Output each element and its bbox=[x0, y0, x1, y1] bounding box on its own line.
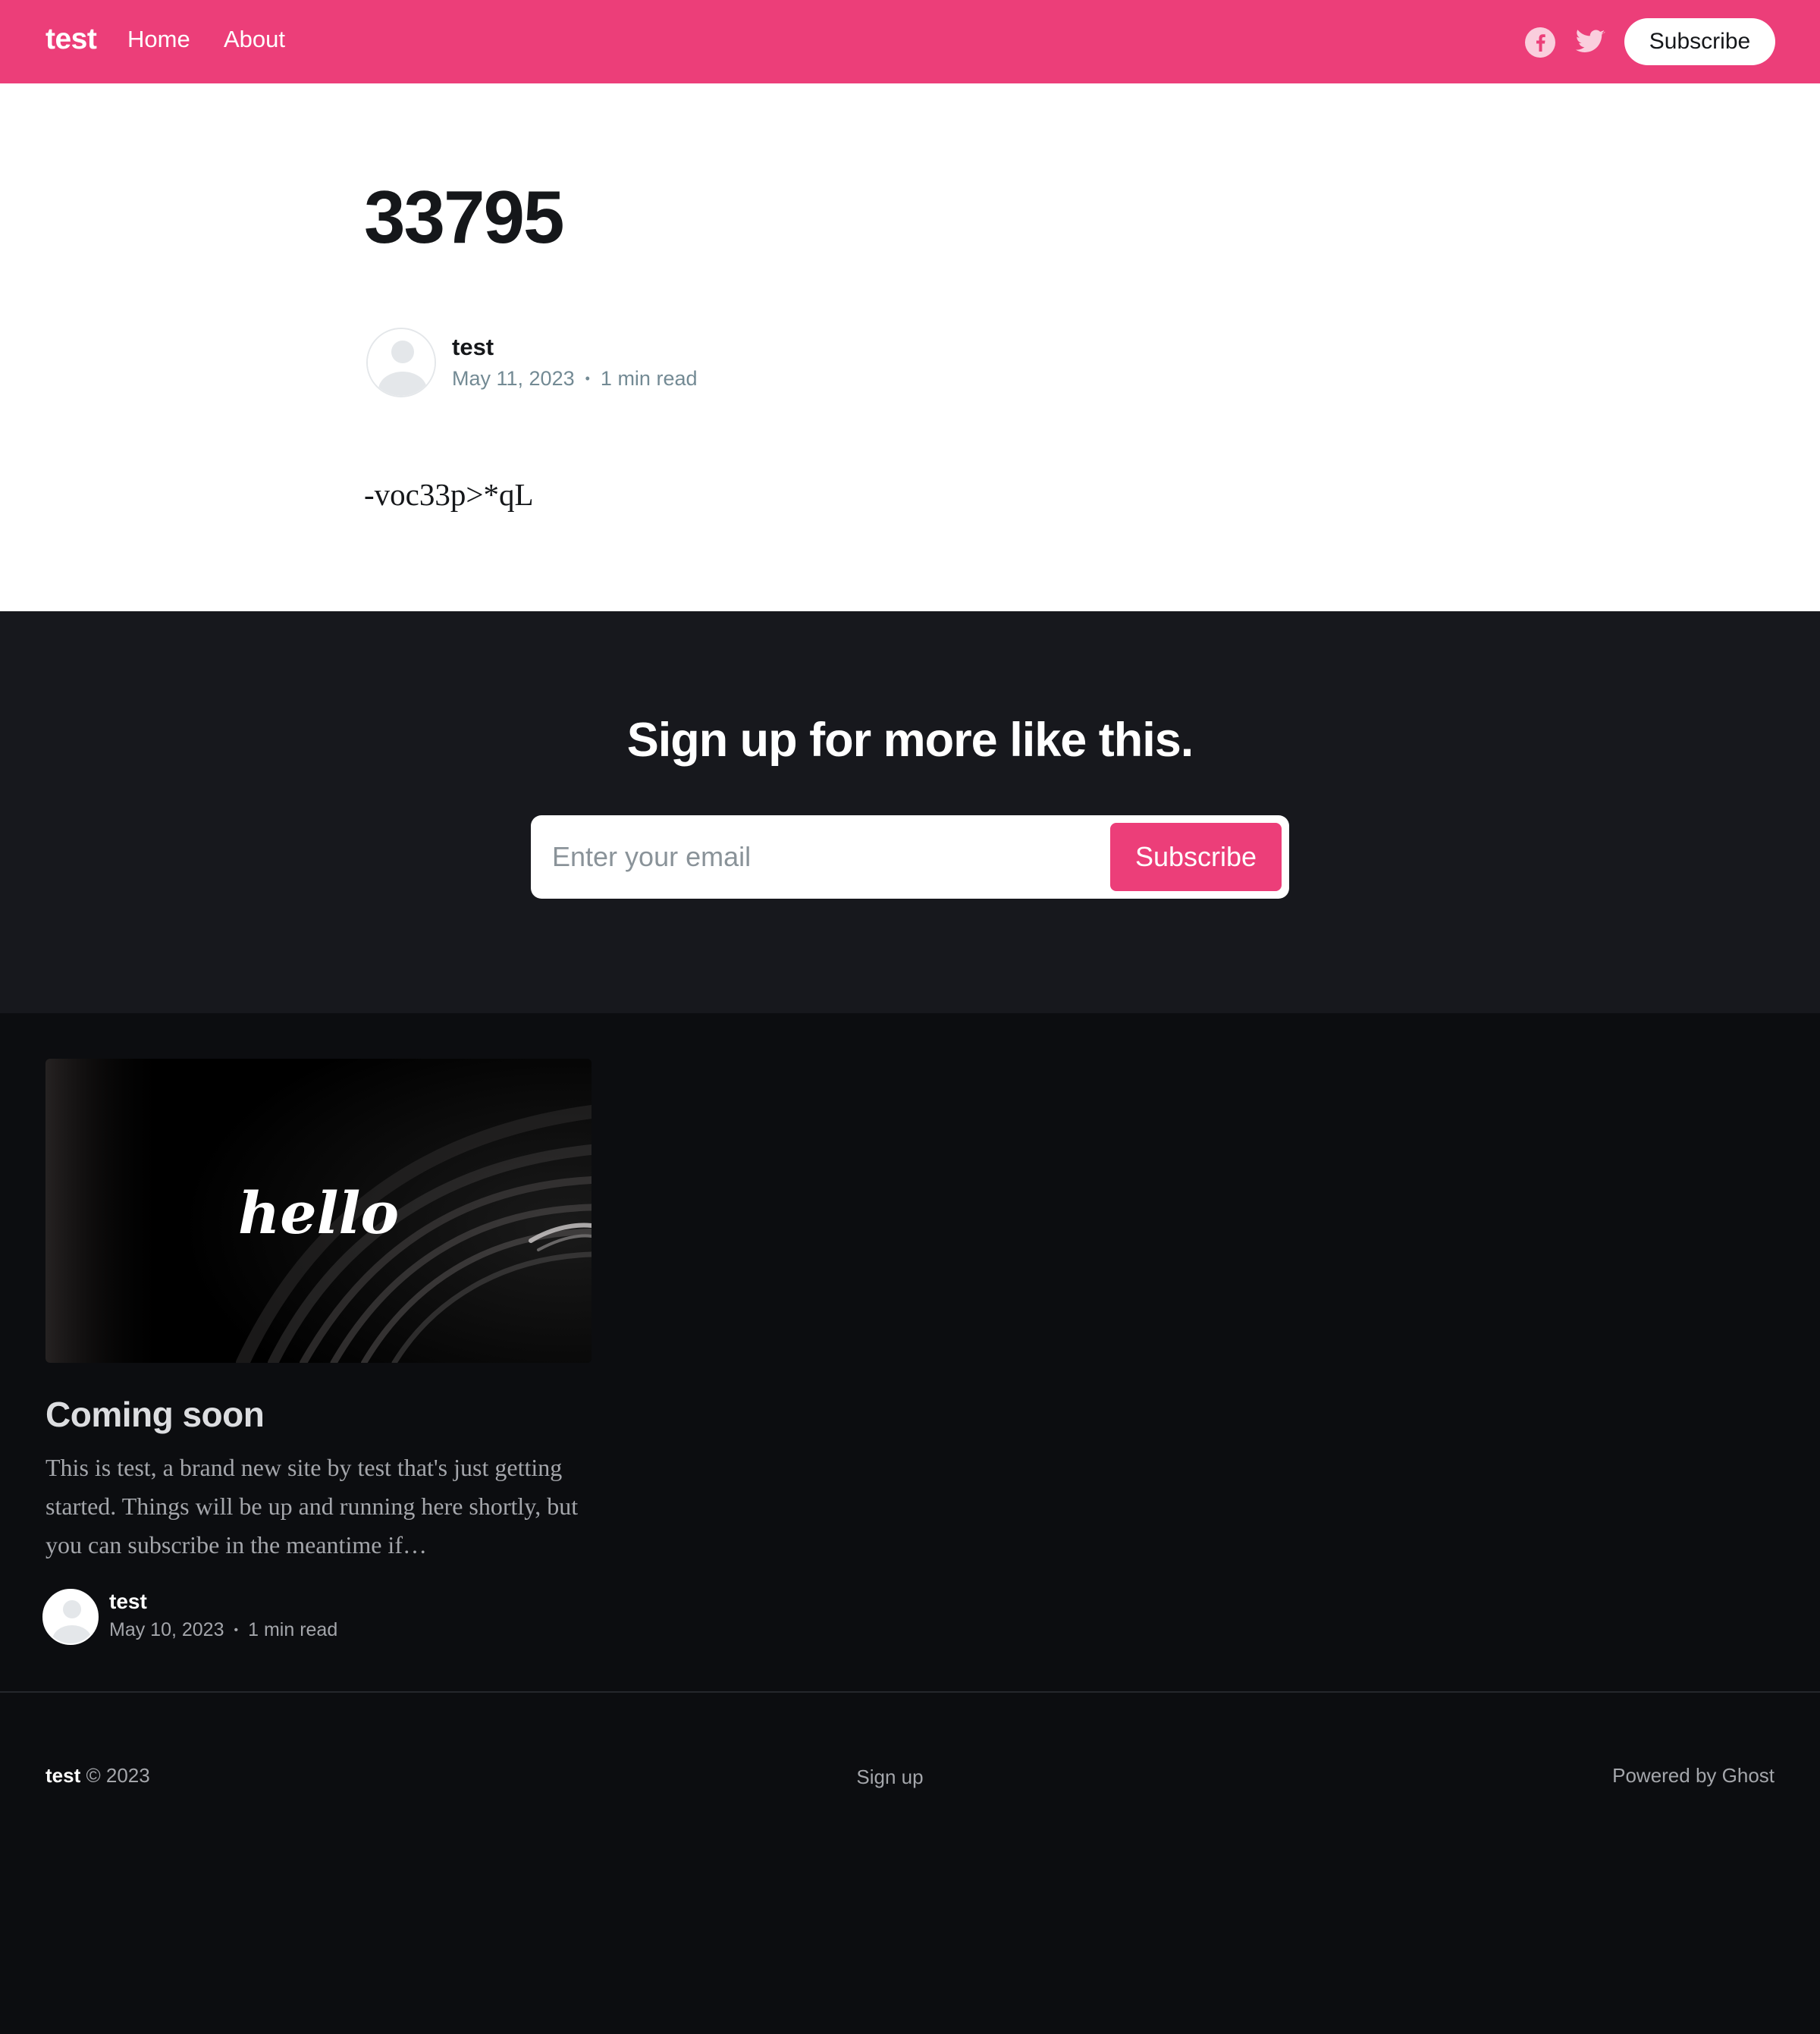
post-card-image[interactable]: hello bbox=[46, 1059, 592, 1363]
author-avatar[interactable] bbox=[366, 328, 436, 397]
signup-form: Subscribe bbox=[531, 815, 1289, 899]
post-card-date: May 10, 2023 bbox=[109, 1619, 224, 1640]
site-logo[interactable]: test bbox=[46, 23, 97, 56]
post-title: 33795 bbox=[364, 175, 565, 259]
signup-subscribe-button[interactable]: Subscribe bbox=[1110, 823, 1282, 891]
post-card-meta: May 10, 2023 • 1 min read bbox=[109, 1619, 337, 1641]
post-body: -voc33p>*qL bbox=[364, 477, 534, 512]
site-footer: test © 2023 Sign up Powered by Ghost bbox=[0, 1691, 1820, 2034]
post-feed: hello Coming soon This is test, a brand … bbox=[0, 1013, 1820, 1691]
post-author-name[interactable]: test bbox=[452, 334, 494, 361]
footer-powered-by[interactable]: Powered by Ghost bbox=[1612, 1764, 1774, 1788]
post-date: May 11, 2023 bbox=[452, 367, 575, 390]
signup-section: Sign up for more like this. Subscribe bbox=[0, 611, 1820, 1013]
footer-signup-wrap: Sign up bbox=[0, 1766, 1780, 1789]
post-card-author-avatar[interactable] bbox=[42, 1589, 99, 1645]
header-subscribe-button[interactable]: Subscribe bbox=[1624, 18, 1775, 65]
post-meta: May 11, 2023 • 1 min read bbox=[452, 367, 698, 391]
article: 33795 test May 11, 2023 • 1 min read -vo… bbox=[0, 83, 1820, 611]
post-reading-time: 1 min read bbox=[600, 367, 698, 390]
nav-item-about[interactable]: About bbox=[224, 26, 285, 53]
meta-separator: • bbox=[234, 1623, 239, 1637]
post-card-image-text: hello bbox=[238, 1179, 399, 1247]
post-card-reading-time: 1 min read bbox=[248, 1619, 338, 1640]
footer-signup-link[interactable]: Sign up bbox=[856, 1766, 923, 1789]
post-card-author-name[interactable]: test bbox=[109, 1590, 147, 1614]
post-card-title[interactable]: Coming soon bbox=[46, 1394, 265, 1435]
email-input[interactable] bbox=[552, 815, 1083, 899]
twitter-icon[interactable] bbox=[1574, 27, 1606, 58]
nav-item-home[interactable]: Home bbox=[127, 26, 190, 53]
facebook-icon[interactable] bbox=[1524, 27, 1556, 58]
post-card-excerpt[interactable]: This is test, a brand new site by test t… bbox=[46, 1449, 599, 1565]
meta-separator: • bbox=[585, 371, 590, 386]
site-header: test Home About Subscribe bbox=[0, 0, 1820, 83]
signup-title: Sign up for more like this. bbox=[626, 714, 1194, 767]
